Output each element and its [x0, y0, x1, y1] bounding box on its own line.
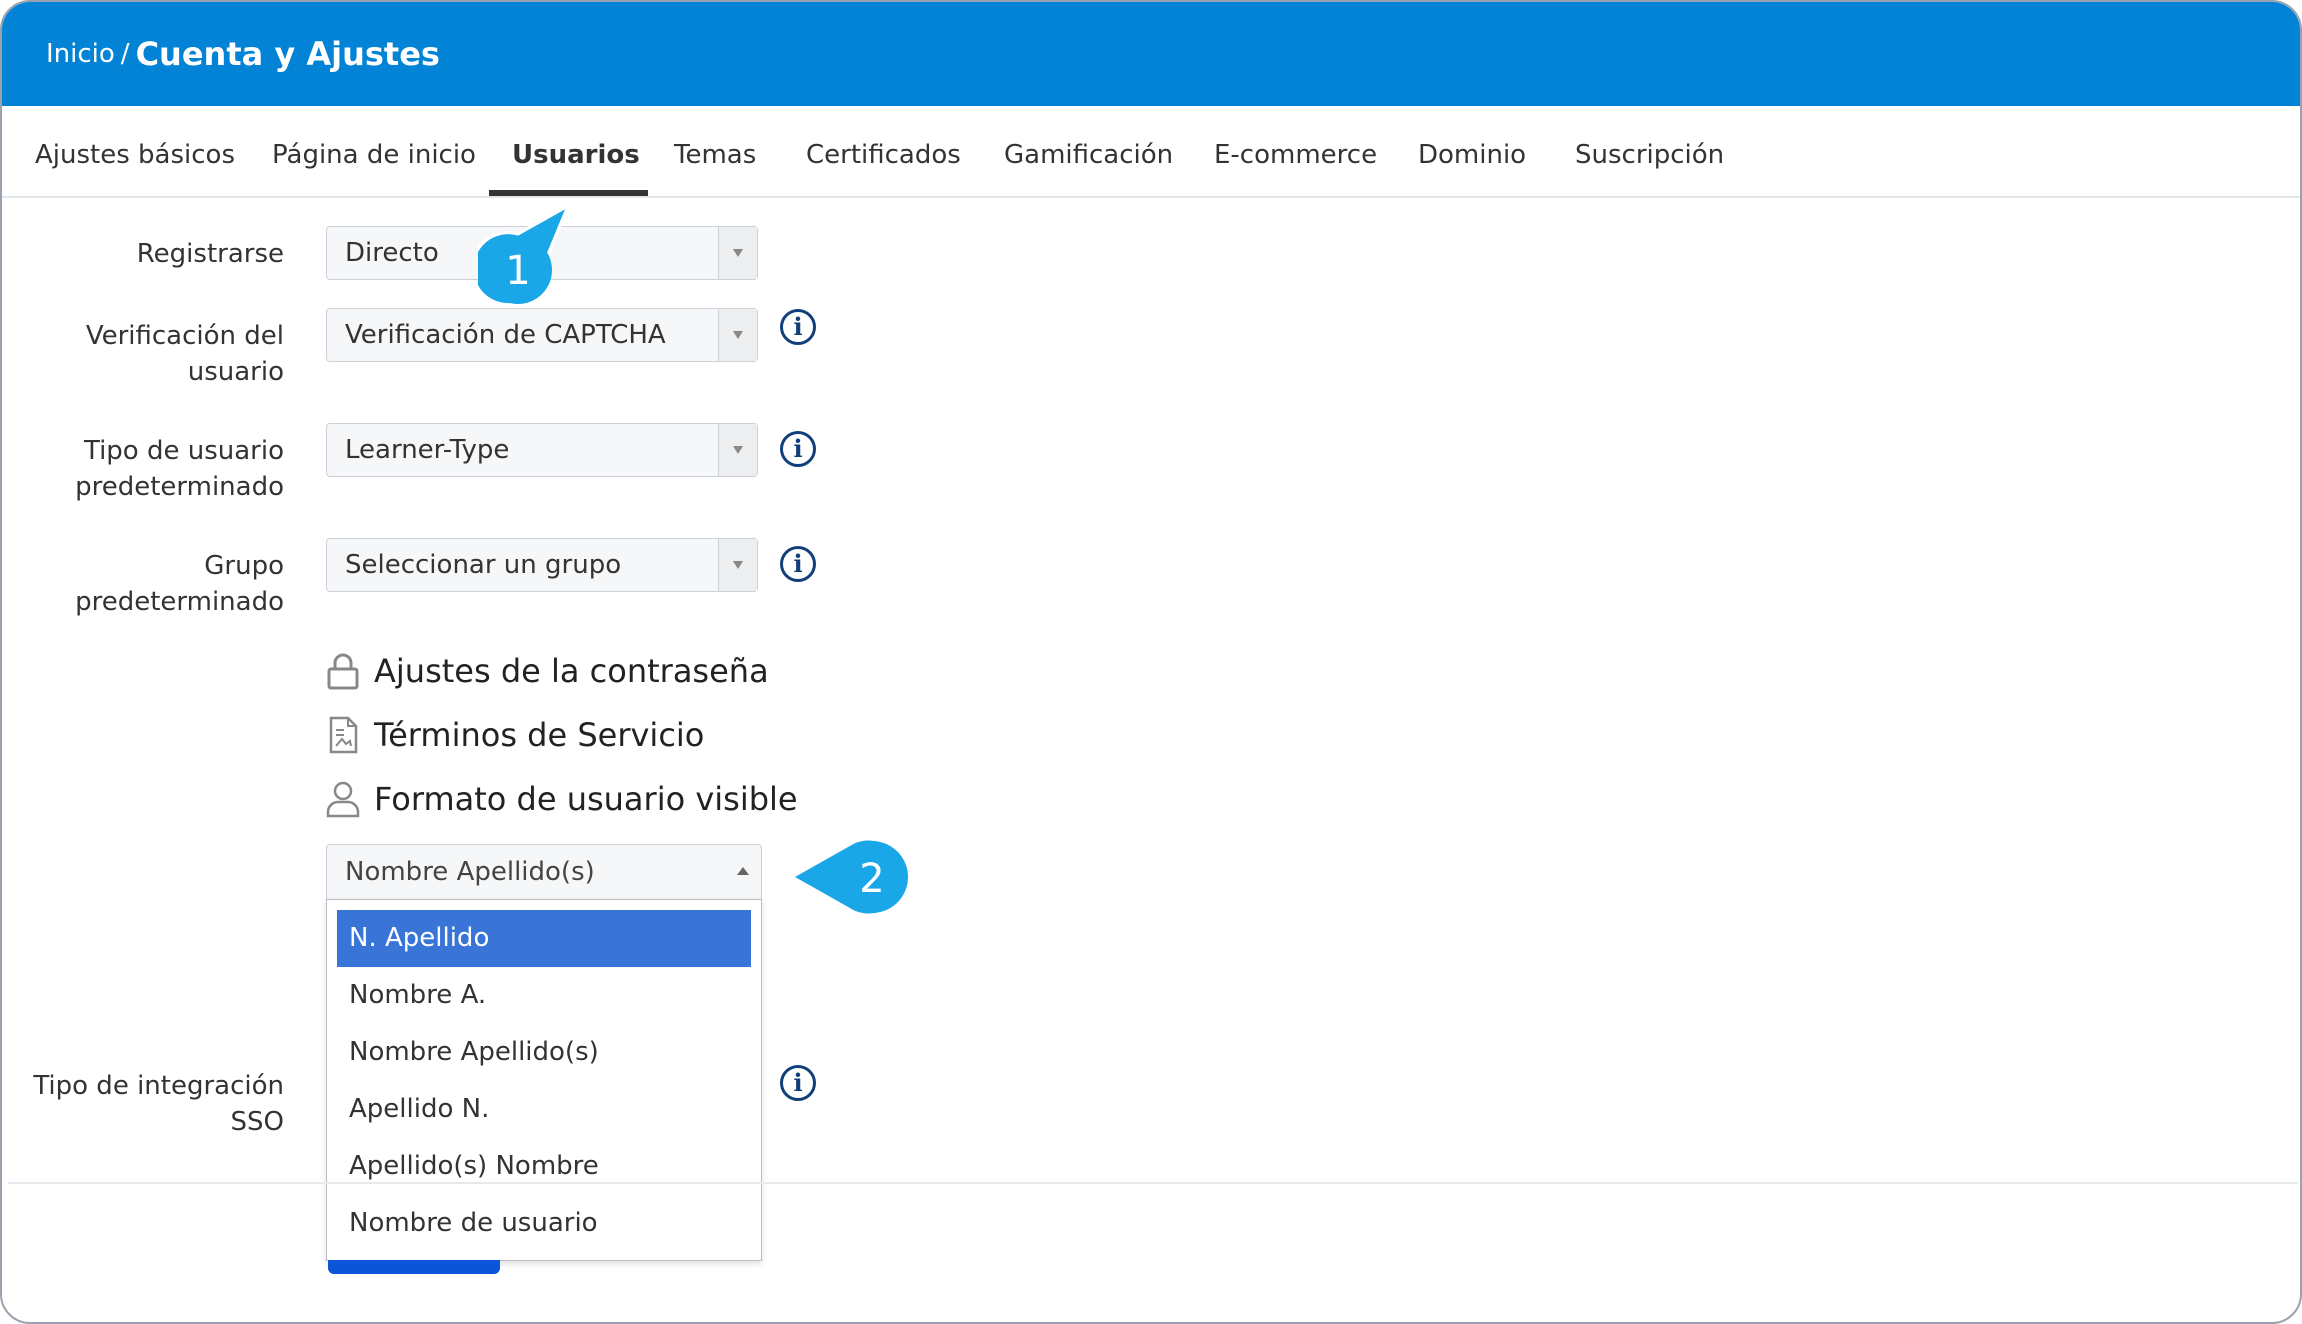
register-label: Registrarse	[136, 239, 284, 269]
header-bar: Inicio / Cuenta y Ajustes	[2, 2, 2300, 106]
dropdown-option[interactable]: Nombre Apellido(s)	[337, 1024, 751, 1081]
dropdown-option[interactable]: Nombre de usuario	[337, 1195, 751, 1252]
tab-basic-settings[interactable]: Ajustes básicos	[35, 106, 235, 196]
chevron-down-icon	[718, 539, 757, 591]
active-tab-indicator	[489, 190, 648, 196]
chevron-down-icon	[718, 227, 757, 279]
chevron-up-icon	[737, 867, 749, 875]
user-type-select-value: Learner-Type	[345, 435, 510, 465]
breadcrumb-home-link[interactable]: Inicio	[46, 39, 115, 69]
terms-of-service-label: Términos de Servicio	[374, 716, 705, 754]
breadcrumb: Inicio / Cuenta y Ajustes	[46, 2, 440, 106]
tab-subscription[interactable]: Suscripción	[1575, 106, 1724, 196]
password-settings-link[interactable]: Ajustes de la contraseña	[326, 651, 769, 691]
footer-divider	[8, 1182, 2298, 1184]
verification-select-value: Verificación de CAPTCHA	[345, 320, 666, 350]
tab-themes[interactable]: Temas	[674, 106, 756, 196]
chevron-down-icon	[718, 424, 757, 476]
verification-label: Verificación del usuario	[86, 318, 284, 390]
sso-label-line2: SSO	[230, 1107, 284, 1137]
info-icon[interactable]: i	[780, 1065, 816, 1101]
info-icon[interactable]: i	[780, 309, 816, 345]
app-window: Inicio / Cuenta y Ajustes Ajustes básico…	[0, 0, 2302, 1324]
settings-tabs: Ajustes básicos Página de inicio Usuario…	[2, 106, 2300, 198]
user-type-label: Tipo de usuario predeterminado	[75, 433, 284, 505]
group-label-line1: Grupo	[204, 551, 284, 581]
visible-format-select[interactable]: Nombre Apellido(s)	[326, 844, 762, 900]
sso-label-line1: Tipo de integración	[33, 1071, 284, 1101]
lock-icon	[327, 653, 359, 690]
verification-select[interactable]: Verificación de CAPTCHA	[326, 308, 758, 362]
document-icon	[329, 716, 358, 754]
chevron-down-icon	[718, 309, 757, 361]
visible-format-dropdown: N. Apellido Nombre A. Nombre Apellido(s)…	[326, 899, 762, 1261]
group-label-line2: predeterminado	[75, 587, 284, 617]
dropdown-option[interactable]: Apellido N.	[337, 1081, 751, 1138]
tab-ecommerce[interactable]: E-commerce	[1214, 106, 1377, 196]
verification-label-line1: Verificación del	[85, 321, 284, 351]
sso-label: Tipo de integración SSO	[33, 1068, 284, 1140]
info-icon[interactable]: i	[780, 431, 816, 467]
breadcrumb-separator: /	[120, 39, 130, 69]
callout-2-number: 2	[859, 856, 884, 902]
tab-certificates[interactable]: Certificados	[806, 106, 961, 196]
register-select-value: Directo	[345, 238, 439, 268]
tab-home-page[interactable]: Página de inicio	[272, 106, 476, 196]
visible-user-format-label: Formato de usuario visible	[374, 780, 798, 818]
info-icon[interactable]: i	[780, 546, 816, 582]
group-select[interactable]: Seleccionar un grupo	[326, 538, 758, 592]
terms-of-service-link[interactable]: Términos de Servicio	[326, 715, 704, 755]
group-select-value: Seleccionar un grupo	[345, 550, 622, 580]
visible-user-format-heading: Formato de usuario visible	[326, 779, 798, 819]
user-icon	[326, 781, 360, 818]
callout-1: 1	[478, 204, 571, 307]
user-type-label-line2: predeterminado	[75, 472, 284, 502]
tab-users[interactable]: Usuarios	[512, 106, 640, 196]
password-settings-label: Ajustes de la contraseña	[374, 652, 769, 690]
callout-2: 2	[788, 837, 909, 917]
callout-1-number: 1	[505, 248, 530, 294]
save-button[interactable]	[328, 1260, 500, 1274]
user-type-select[interactable]: Learner-Type	[326, 423, 758, 477]
tab-gamification[interactable]: Gamificación	[1004, 106, 1173, 196]
dropdown-option[interactable]: Nombre A.	[337, 967, 751, 1024]
group-label: Grupo predeterminado	[75, 548, 284, 620]
dropdown-option[interactable]: Apellido(s) Nombre	[337, 1138, 751, 1195]
user-type-label-line1: Tipo de usuario	[83, 436, 284, 466]
tab-domain[interactable]: Dominio	[1418, 106, 1526, 196]
page-title: Cuenta y Ajustes	[135, 35, 440, 73]
dropdown-option[interactable]: N. Apellido	[337, 910, 751, 967]
visible-format-select-value: Nombre Apellido(s)	[345, 857, 595, 887]
verification-label-line2: usuario	[187, 357, 284, 387]
